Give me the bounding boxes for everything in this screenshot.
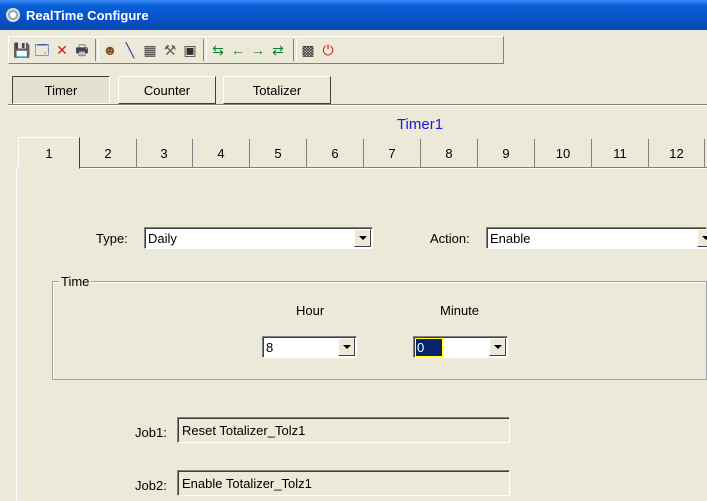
tab-8[interactable]: 8	[421, 139, 478, 167]
time-group-legend: Time	[59, 274, 92, 289]
minute-dropdown-arrow-icon[interactable]	[489, 338, 506, 356]
tab-strip-baseline	[80, 167, 707, 169]
tab-1[interactable]: 1	[18, 137, 80, 169]
tab-6[interactable]: 6	[307, 139, 364, 167]
delete-icon[interactable]: ✕	[53, 41, 71, 59]
title-bar: RealTime Configure	[0, 0, 707, 30]
open-icon[interactable]: 🗔	[33, 41, 51, 59]
minute-label: Minute	[440, 303, 480, 318]
action-label: Action:	[430, 231, 470, 246]
tab-7[interactable]: 7	[364, 139, 421, 167]
line-icon[interactable]: ╲	[121, 41, 139, 59]
type-dropdown-arrow-icon[interactable]	[354, 229, 371, 247]
window-title: RealTime Configure	[26, 8, 149, 23]
job2-field[interactable]: Enable Totalizer_Tolz1	[177, 470, 510, 496]
toolbar-separator	[203, 39, 207, 61]
hour-label: Hour	[296, 303, 325, 318]
users-icon[interactable]: ☻	[101, 41, 119, 59]
toolbar-separator	[95, 39, 99, 61]
job1-value: Reset Totalizer_Tolz1	[182, 423, 306, 438]
tab-12[interactable]: 12	[649, 139, 705, 167]
tab-10[interactable]: 10	[535, 139, 592, 167]
job1-label: Job1:	[135, 425, 167, 440]
type-label: Type:	[96, 231, 128, 246]
tab-2[interactable]: 2	[80, 139, 137, 167]
power-icon[interactable]: ⏻	[319, 41, 337, 59]
minute-select[interactable]: 0	[413, 336, 508, 358]
job2-label: Job2:	[135, 478, 167, 493]
tools-icon[interactable]: ⚒	[161, 41, 179, 59]
tab-3[interactable]: 3	[136, 139, 193, 167]
tab-4[interactable]: 4	[193, 139, 250, 167]
type-select-value: Daily	[148, 231, 177, 246]
hour-select-value: 8	[266, 340, 274, 355]
action-select[interactable]: Enable	[486, 227, 707, 249]
toolbar: 💾 🗔 ✕ 🖶 ☻ ╲ ▦ ⚒ ▣ ⇆ ← → ⇄ ▩ ⏻	[8, 36, 504, 64]
tab-9[interactable]: 9	[478, 139, 535, 167]
page-icon[interactable]: ▣	[181, 41, 199, 59]
action-dropdown-arrow-icon[interactable]	[697, 229, 707, 247]
job2-value: Enable Totalizer_Tolz1	[182, 476, 312, 491]
app-gear-icon	[6, 8, 20, 22]
hour-select[interactable]: 8	[262, 336, 357, 358]
hour-dropdown-arrow-icon[interactable]	[338, 338, 355, 356]
calc-icon[interactable]: ▦	[141, 41, 159, 59]
first-icon[interactable]: ⇆	[209, 41, 227, 59]
last-icon[interactable]: ⇄	[269, 41, 287, 59]
tab-11[interactable]: 11	[592, 139, 649, 167]
action-select-value: Enable	[490, 231, 531, 246]
toolbar-separator	[293, 39, 297, 61]
category-tab-timer[interactable]: Timer	[12, 76, 110, 104]
print-icon[interactable]: 🖶	[73, 41, 91, 59]
divider	[8, 104, 707, 106]
save-icon[interactable]: 💾	[13, 41, 31, 59]
type-select[interactable]: Daily	[144, 227, 373, 249]
chip-icon[interactable]: ▩	[299, 41, 317, 59]
category-tab-counter[interactable]: Counter	[118, 76, 216, 104]
right-arrow-icon[interactable]: →	[249, 41, 267, 59]
tab-panel-edge	[16, 167, 17, 501]
left-arrow-icon[interactable]: ←	[229, 41, 247, 59]
job1-field[interactable]: Reset Totalizer_Tolz1	[177, 417, 510, 443]
time-group	[52, 281, 707, 380]
minute-select-value: 0	[414, 338, 444, 357]
tab-5[interactable]: 5	[250, 139, 307, 167]
category-tab-totalizer[interactable]: Totalizer	[223, 76, 331, 104]
timer-heading: Timer1	[396, 116, 444, 133]
